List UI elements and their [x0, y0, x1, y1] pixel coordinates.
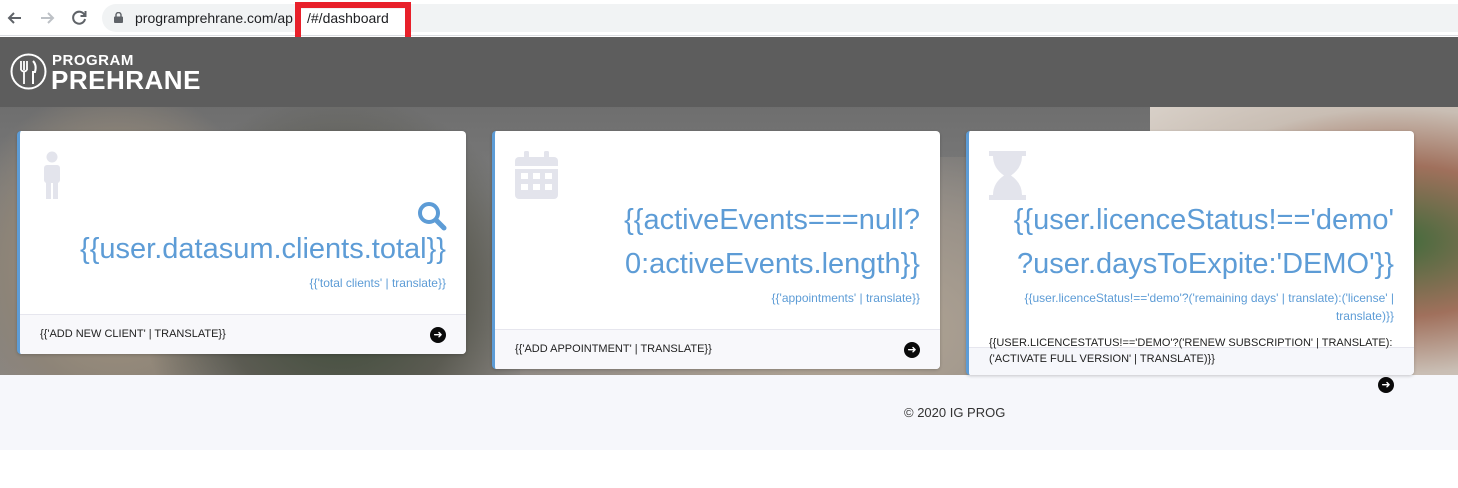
appointments-caption: {{'appointments' | translate}} [771, 291, 920, 305]
license-caption-line2: translate)}} [1335, 309, 1394, 323]
add-new-client-button[interactable]: {{'ADD NEW CLIENT' | TRANSLATE}} ➜ [20, 314, 466, 354]
arrow-right-circle-icon[interactable]: ➜ [904, 342, 920, 358]
clients-caption: {{'total clients' | translate}} [309, 276, 446, 290]
add-new-client-label: {{'ADD NEW CLIENT' | TRANSLATE}} [40, 328, 226, 340]
app-header: PROGRAM PREHRANE [0, 37, 1458, 107]
appointments-value-line2: 0:activeEvents.length}} [624, 248, 920, 280]
logo-text-prehrane[interactable]: PREHRANE [51, 65, 201, 96]
lock-icon [114, 12, 123, 23]
renew-label-line2: ('ACTIVATE FULL VERSION' | TRANSLATE)}} [989, 353, 1215, 365]
page-footer [0, 375, 1458, 450]
license-value-line1: {{user.licenceStatus!=='demo' [1013, 204, 1394, 236]
clients-card: {{user.datasum.clients.total}} {{'total … [17, 131, 466, 354]
renew-label-line1: {{USER.LICENCESTATUS!=='DEMO'?('RENEW SU… [989, 337, 1393, 349]
add-appointment-button[interactable]: {{'ADD APPOINTMENT' | TRANSLATE}} ➜ [495, 329, 940, 369]
person-icon [44, 151, 60, 199]
license-caption-line1: {{user.licenceStatus!=='demo'?('remainin… [1024, 291, 1394, 305]
url-host: programprehrane.com/ap [135, 10, 293, 26]
renew-subscription-button[interactable]: {{USER.LICENCESTATUS!=='DEMO'?('RENEW SU… [969, 337, 1414, 375]
arrow-right-circle-icon[interactable]: ➜ [430, 327, 446, 343]
appointments-value-line1: {{activeEvents===null? [624, 204, 920, 236]
reload-icon[interactable] [68, 7, 90, 29]
hourglass-icon [989, 151, 1026, 200]
forward-arrow-icon[interactable] [36, 7, 58, 29]
back-arrow-icon[interactable] [4, 7, 26, 29]
license-card: {{user.licenceStatus!=='demo' ?user.days… [966, 131, 1414, 375]
calendar-icon [515, 151, 558, 199]
fork-knife-logo-icon[interactable] [10, 53, 47, 90]
clients-total-value: {{user.datasum.clients.total}} [80, 233, 446, 265]
appointments-card: {{activeEvents===null? 0:activeEvents.le… [492, 131, 940, 369]
license-value-line2: ?user.daysToExpite:'DEMO'}} [1017, 248, 1394, 280]
browser-toolbar: programprehrane.com/ap [0, 0, 1458, 36]
search-icon[interactable] [417, 201, 447, 231]
arrow-right-circle-icon[interactable]: ➜ [1378, 377, 1394, 393]
copyright-text: © 2020 IG PROG [904, 405, 1006, 420]
add-appointment-label: {{'ADD APPOINTMENT' | TRANSLATE}} [515, 343, 712, 355]
